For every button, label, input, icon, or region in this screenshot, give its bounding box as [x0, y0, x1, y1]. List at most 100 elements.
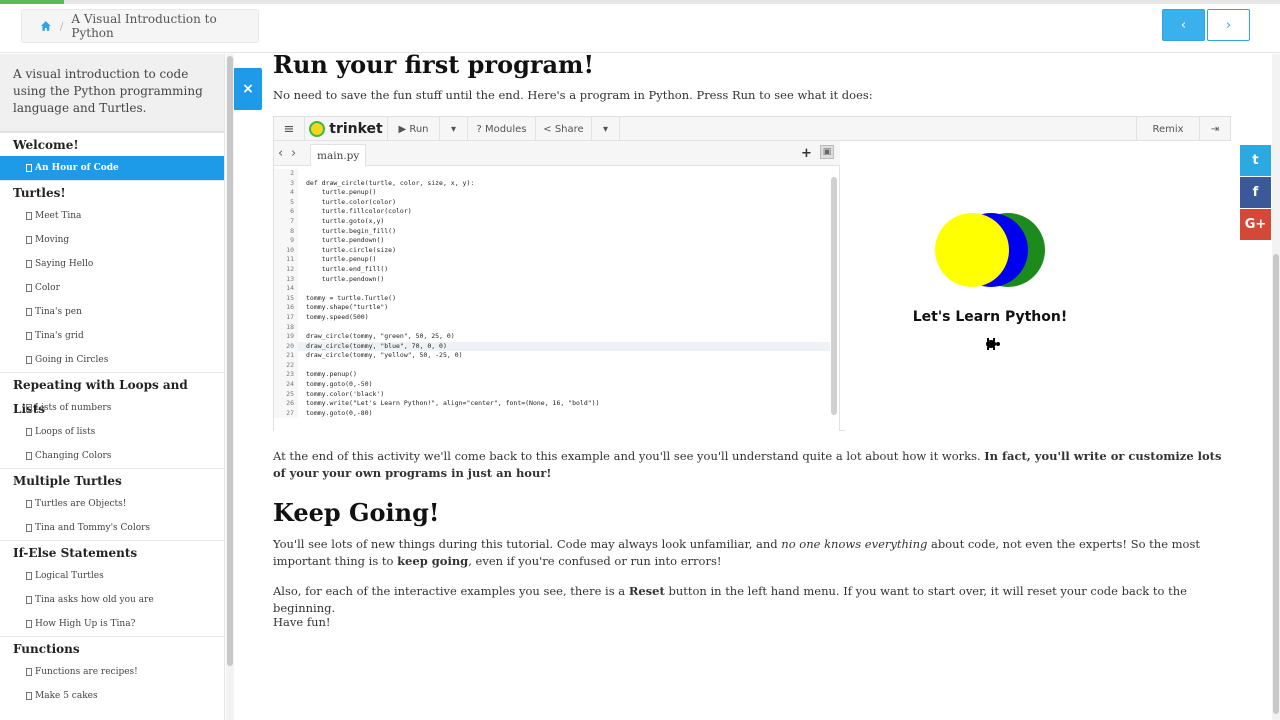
- code-line[interactable]: 16 tommy.shape("turtle"): [274, 303, 830, 313]
- close-sidebar-button[interactable]: ×: [234, 68, 262, 110]
- code-line[interactable]: 22: [274, 360, 830, 371]
- next-file-icon[interactable]: ›: [291, 146, 296, 161]
- sidebar-section-title[interactable]: Repeating with Loops and Lists: [0, 372, 224, 416]
- sidebar-item[interactable]: Make 5 cakes: [0, 684, 224, 708]
- code-text[interactable]: turtle.goto(x,y): [298, 217, 385, 227]
- twitter-share-button[interactable]: t: [1240, 145, 1271, 176]
- sidebar-item[interactable]: Tina's pen: [0, 300, 224, 324]
- code-text[interactable]: turtle.pendown(): [298, 275, 385, 285]
- code-line[interactable]: 17 tommy.speed(500): [274, 312, 830, 323]
- editor-scrollbar[interactable]: [831, 177, 837, 415]
- code-line[interactable]: 27 tommy.goto(0,-80): [274, 408, 830, 419]
- code-line[interactable]: 10 turtle.circle(size): [274, 245, 830, 256]
- sidebar-item[interactable]: Color: [0, 276, 224, 300]
- code-text[interactable]: turtle.begin_fill(): [298, 227, 396, 237]
- code-text[interactable]: [298, 284, 306, 294]
- code-text[interactable]: [298, 361, 306, 371]
- google-plus-share-button[interactable]: G+: [1240, 209, 1271, 240]
- sidebar-item[interactable]: Functions are recipes!: [0, 660, 224, 684]
- sidebar-item[interactable]: Tina's grid: [0, 324, 224, 348]
- code-line[interactable]: 15 tommy = turtle.Turtle(): [274, 293, 830, 304]
- facebook-share-button[interactable]: f: [1240, 177, 1271, 208]
- code-text[interactable]: [298, 169, 306, 179]
- run-button[interactable]: ▶ Run: [388, 117, 440, 141]
- share-button[interactable]: < Share: [536, 117, 592, 141]
- page-scrollbar[interactable]: [1272, 54, 1280, 720]
- code-line[interactable]: 18: [274, 322, 830, 333]
- prev-file-icon[interactable]: ‹: [278, 146, 283, 161]
- sidebar-section-title[interactable]: Welcome!: [0, 132, 224, 156]
- page-scroll-thumb[interactable]: [1273, 254, 1279, 714]
- code-editor[interactable]: ‹ › main.py + ▣ 2 3 def draw_circle(turtle…: [274, 141, 840, 431]
- code-area[interactable]: 2 3 def draw_circle(turtle, color, size, x…: [274, 169, 830, 431]
- code-text[interactable]: turtle.end_fill(): [298, 265, 389, 275]
- sidebar-scrollbar[interactable]: [226, 54, 234, 720]
- code-line[interactable]: 14: [274, 284, 830, 294]
- sidebar-section-title[interactable]: Multiple Turtles: [0, 468, 224, 492]
- code-text[interactable]: [298, 323, 306, 333]
- sidebar-item[interactable]: Going in Circles: [0, 348, 224, 372]
- sidebar-item[interactable]: Saying Hello: [0, 252, 224, 276]
- code-line[interactable]: 8 turtle.begin_fill(): [274, 226, 830, 237]
- sidebar-section-title[interactable]: If-Else Statements: [0, 540, 224, 564]
- sidebar-item[interactable]: Turtles are Objects!: [0, 492, 224, 516]
- prev-page-button[interactable]: ‹: [1162, 9, 1205, 41]
- code-line[interactable]: 21 draw_circle(tommy, "yellow", 50, -25, …: [274, 351, 830, 361]
- modules-button[interactable]: ? Modules: [468, 117, 536, 141]
- code-line[interactable]: 19 draw_circle(tommy, "green", 50, 25, 0): [274, 332, 830, 342]
- code-text[interactable]: tommy.goto(0,-50): [298, 380, 373, 390]
- sidebar-item[interactable]: Tina asks how old you are: [0, 588, 224, 612]
- code-line[interactable]: 3 def draw_circle(turtle, color, size, x,…: [274, 178, 830, 189]
- run-menu-button[interactable]: ▾: [440, 117, 468, 141]
- sidebar-section-title[interactable]: Functions: [0, 636, 224, 660]
- sidebar-item[interactable]: Tina and Tommy's Colors: [0, 516, 224, 540]
- sidebar-item[interactable]: How High Up is Tina?: [0, 612, 224, 636]
- sidebar-item[interactable]: Moving: [0, 228, 224, 252]
- code-line[interactable]: 20 draw_circle(tommy, "blue", 70, 0, 0): [274, 341, 830, 352]
- menu-icon[interactable]: ≡: [274, 117, 305, 141]
- sidebar-item[interactable]: Logical Turtles: [0, 564, 224, 588]
- code-line[interactable]: 9 turtle.pendown(): [274, 236, 830, 246]
- code-text[interactable]: turtle.color(color): [298, 198, 396, 208]
- trinket-logo[interactable]: trinket: [305, 117, 388, 141]
- code-line[interactable]: 7 turtle.goto(x,y): [274, 216, 830, 227]
- sidebar-item[interactable]: Loops of lists: [0, 420, 224, 444]
- code-line[interactable]: 26 tommy.write("Let's Learn Python!", ali…: [274, 399, 830, 409]
- sidebar-item[interactable]: Meet Tina: [0, 204, 224, 228]
- share-menu-button[interactable]: ▾: [592, 117, 620, 141]
- code-line[interactable]: 12 turtle.end_fill(): [274, 264, 830, 275]
- breadcrumb-title[interactable]: A Visual Introduction to Python: [71, 12, 258, 40]
- code-text[interactable]: turtle.penup(): [298, 188, 377, 198]
- code-line[interactable]: 13 turtle.pendown(): [274, 274, 830, 285]
- code-text[interactable]: def draw_circle(turtle, color, size, x, …: [298, 179, 474, 189]
- code-line[interactable]: 23 tommy.penup(): [274, 370, 830, 381]
- code-text[interactable]: draw_circle(tommy, "blue", 70, 0, 0): [298, 342, 447, 352]
- code-line[interactable]: 4 turtle.penup(): [274, 188, 830, 198]
- code-text[interactable]: turtle.circle(size): [298, 246, 396, 256]
- code-text[interactable]: draw_circle(tommy, "yellow", 50, -25, 0): [298, 351, 463, 361]
- upload-image-icon[interactable]: ▣: [820, 145, 834, 159]
- code-text[interactable]: draw_circle(tommy, "green", 50, 25, 0): [298, 332, 455, 342]
- code-text[interactable]: tommy.goto(0,-80): [298, 409, 373, 419]
- code-line[interactable]: 11 turtle.penup(): [274, 255, 830, 265]
- code-text[interactable]: tommy.write("Let's Learn Python!", align…: [298, 399, 600, 409]
- code-text[interactable]: tommy.penup(): [298, 370, 357, 380]
- login-icon[interactable]: ⇥: [1200, 117, 1230, 141]
- sidebar-item[interactable]: Changing Colors: [0, 444, 224, 468]
- code-text[interactable]: tommy.shape("turtle"): [298, 303, 388, 313]
- next-page-button[interactable]: ›: [1207, 9, 1250, 41]
- sidebar-section-title[interactable]: Turtles!: [0, 180, 224, 204]
- code-line[interactable]: 5 turtle.color(color): [274, 197, 830, 208]
- code-line[interactable]: 24 tommy.goto(0,-50): [274, 380, 830, 390]
- code-text[interactable]: tommy.speed(500): [298, 313, 369, 323]
- add-file-icon[interactable]: +: [801, 146, 812, 161]
- code-text[interactable]: tommy.color('black'): [298, 390, 384, 400]
- code-text[interactable]: turtle.fillcolor(color): [298, 207, 412, 217]
- code-line[interactable]: 6 turtle.fillcolor(color): [274, 207, 830, 217]
- code-text[interactable]: turtle.pendown(): [298, 236, 385, 246]
- code-text[interactable]: turtle.penup(): [298, 255, 377, 265]
- file-tab-main[interactable]: main.py: [310, 144, 367, 166]
- code-line[interactable]: 2: [274, 169, 830, 179]
- remix-button[interactable]: Remix: [1136, 117, 1200, 141]
- code-text[interactable]: tommy = turtle.Turtle(): [298, 294, 396, 304]
